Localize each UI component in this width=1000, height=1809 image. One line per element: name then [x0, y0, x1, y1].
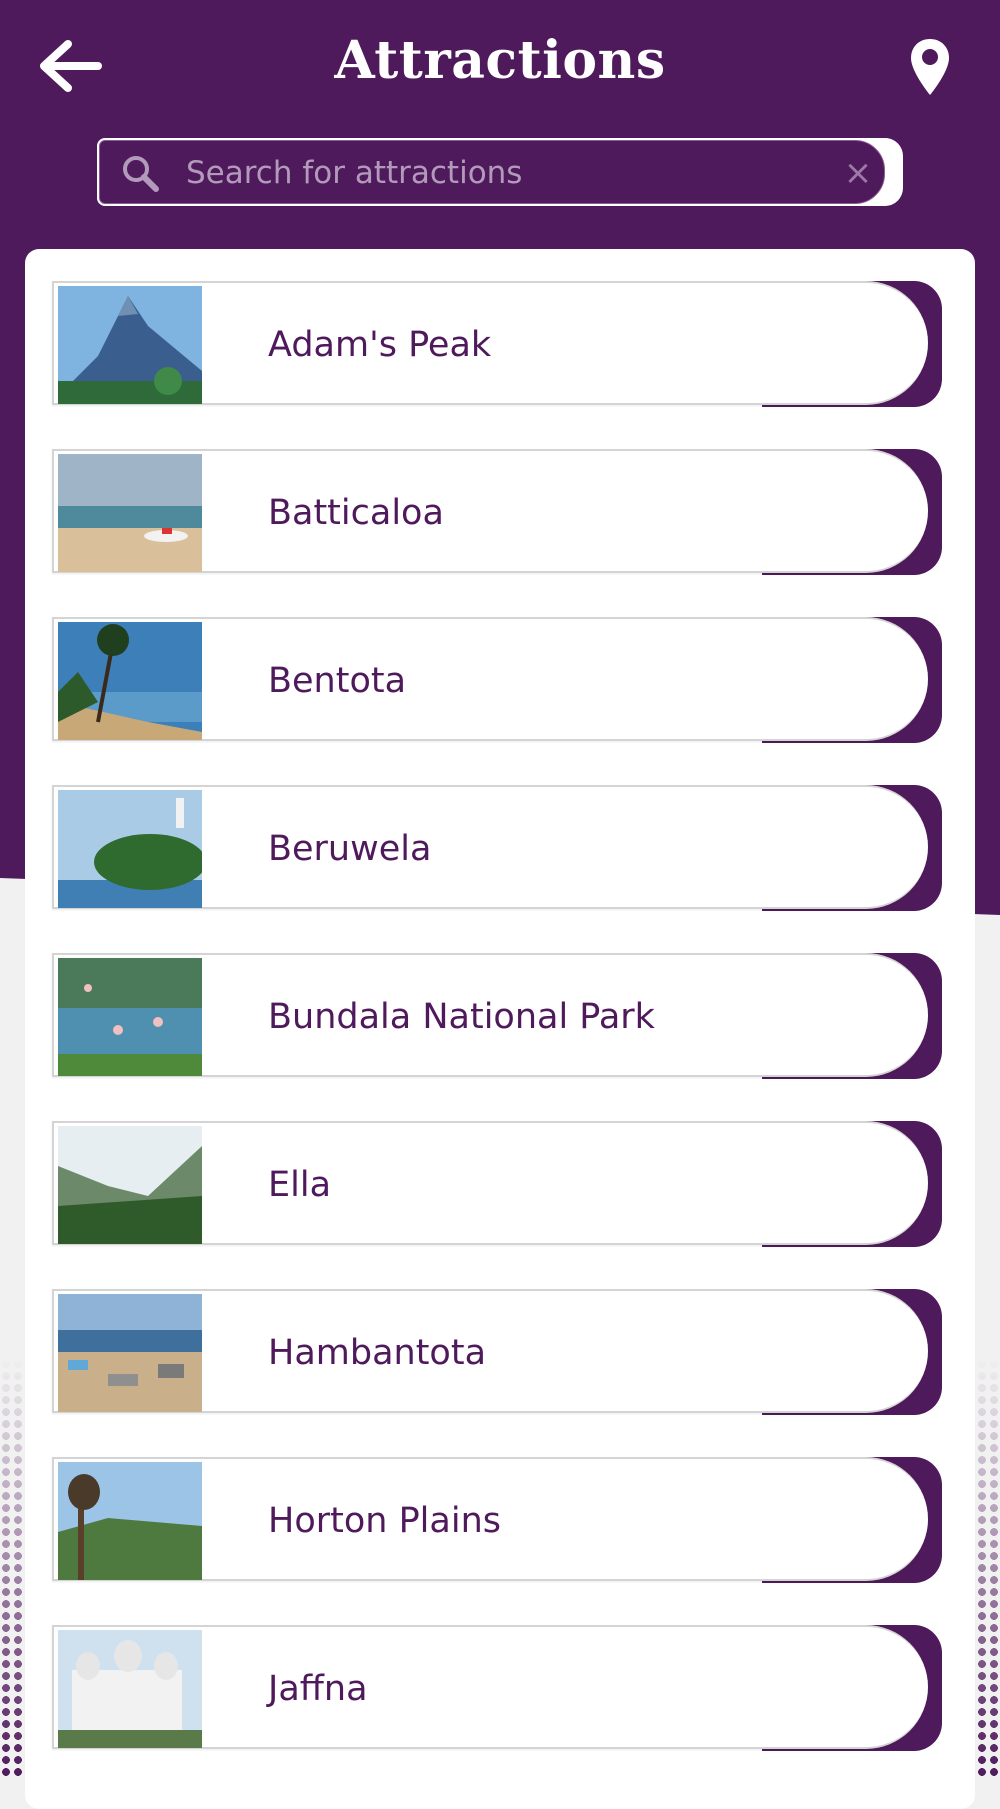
list-item-label: Ella — [268, 1165, 332, 1205]
attractions-card: Adam's Peak Batticaloa Bentota Beruwela … — [25, 249, 975, 1809]
close-icon[interactable]: × — [840, 155, 876, 191]
list-item-body: Horton Plains — [52, 1457, 928, 1581]
thumbnail-image — [58, 622, 202, 740]
list-item-label: Bentota — [268, 661, 407, 701]
thumbnail-image — [58, 958, 202, 1076]
list-item-label: Adam's Peak — [268, 325, 492, 365]
list-item[interactable]: Bentota — [52, 617, 962, 743]
thumbnail-image — [58, 286, 202, 404]
list-item-body: Adam's Peak — [52, 281, 928, 405]
list-item-body: Hambantota — [52, 1289, 928, 1413]
list-item-label: Batticaloa — [268, 493, 444, 533]
thumbnail-image — [58, 454, 202, 572]
thumbnail-image — [58, 1630, 202, 1748]
list-item[interactable]: Adam's Peak — [52, 281, 962, 407]
thumbnail-image — [58, 1126, 202, 1244]
thumbnail-image — [58, 1462, 202, 1580]
list-item[interactable]: Batticaloa — [52, 449, 962, 575]
search-icon — [120, 153, 160, 193]
page-title: Attractions — [334, 30, 666, 91]
search-field-container: × — [99, 140, 885, 204]
list-item[interactable]: Horton Plains — [52, 1457, 962, 1583]
list-item[interactable]: Bundala National Park — [52, 953, 962, 1079]
thumbnail-image — [58, 1294, 202, 1412]
location-button[interactable] — [900, 34, 960, 104]
list-item-body: Beruwela — [52, 785, 928, 909]
list-item-label: Hambantota — [268, 1333, 487, 1373]
list-item[interactable]: Ella — [52, 1121, 962, 1247]
list-item-body: Batticaloa — [52, 449, 928, 573]
list-item-label: Bundala National Park — [268, 997, 655, 1037]
search-input[interactable] — [184, 149, 808, 197]
list-item[interactable]: Beruwela — [52, 785, 962, 911]
list-item-label: Horton Plains — [268, 1501, 501, 1541]
list-item-body: Bundala National Park — [52, 953, 928, 1077]
thumbnail-image — [58, 790, 202, 908]
list-item-label: Beruwela — [268, 829, 432, 869]
list-item-body: Ella — [52, 1121, 928, 1245]
app-header: Attractions — [0, 0, 1000, 140]
list-item[interactable]: Jaffna — [52, 1625, 962, 1751]
list-item-body: Bentota — [52, 617, 928, 741]
map-pin-icon — [909, 37, 951, 101]
list-item[interactable]: Hambantota — [52, 1289, 962, 1415]
list-item-body: Jaffna — [52, 1625, 928, 1749]
search-bar: × — [97, 138, 903, 206]
list-item-label: Jaffna — [268, 1669, 368, 1709]
